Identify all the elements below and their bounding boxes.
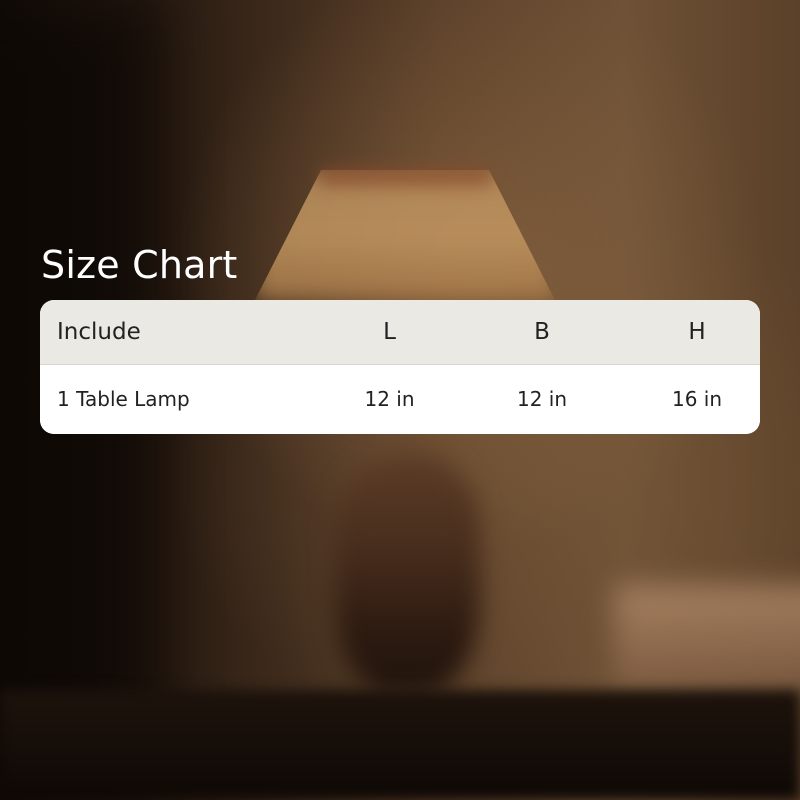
page-title: Size Chart [41, 243, 238, 287]
size-chart-table: Include L B H 1 Table Lamp 12 in 12 in 1… [40, 300, 760, 434]
header-breadth: B [467, 300, 617, 365]
header-include: Include [40, 300, 312, 365]
lamp-shade [255, 170, 555, 300]
table-row: 1 Table Lamp 12 in 12 in 16 in [40, 364, 760, 434]
header-length: L [312, 300, 467, 365]
lamp-base [335, 455, 480, 695]
tabletop [0, 690, 800, 800]
table-header-row: Include L B H [40, 300, 760, 365]
size-chart-card: Include L B H 1 Table Lamp 12 in 12 in 1… [40, 300, 760, 434]
cell-breadth: 12 in [516, 387, 568, 412]
books [615, 585, 800, 695]
cell-include: 1 Table Lamp [57, 387, 190, 412]
header-height: H [617, 300, 760, 365]
cell-length: 12 in [364, 387, 415, 412]
lamp-shade-rim [320, 168, 490, 186]
cell-height: 16 in [671, 387, 723, 412]
